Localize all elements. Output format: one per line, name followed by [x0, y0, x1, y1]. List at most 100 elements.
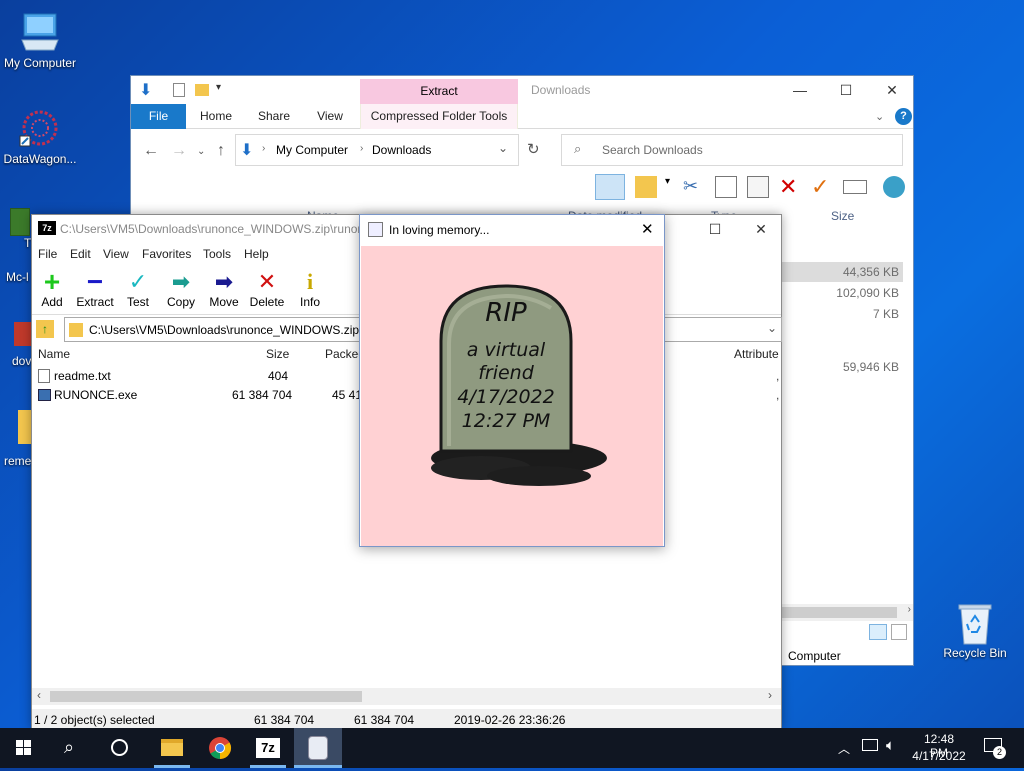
clippy-taskbar-button[interactable] — [294, 728, 342, 768]
column-header-size[interactable]: Size — [266, 347, 289, 361]
file-explorer-taskbar-button[interactable] — [148, 728, 196, 768]
grave-dirt-shape — [487, 466, 591, 486]
close-button[interactable]: ✕ — [641, 220, 654, 238]
menu-file[interactable]: File — [38, 247, 57, 261]
search-button[interactable]: ⌕ — [48, 728, 96, 768]
extract-button[interactable]: − Extract — [72, 268, 118, 310]
desktop-icon-recycle-bin[interactable]: Recycle Bin — [935, 600, 1015, 660]
nav-pane-computer[interactable]: Computer — [788, 649, 841, 663]
desktop-icon-reme-partial[interactable]: reme — [4, 410, 32, 468]
layout-dropdown-icon[interactable]: ▾ — [665, 176, 675, 198]
forward-arrow-icon[interactable]: → — [171, 142, 187, 160]
memorial-dialog[interactable]: In loving memory... ✕ RIP a virtual frie… — [359, 214, 665, 547]
show-hidden-icons-icon[interactable]: ︿ — [838, 740, 850, 757]
scrollbar-thumb[interactable] — [50, 691, 362, 702]
test-button[interactable]: ✓ Test — [115, 271, 161, 310]
close-button[interactable]: ✕ — [869, 76, 915, 104]
file-attr-tick: , — [776, 369, 780, 383]
preview-pane-icon[interactable] — [595, 174, 625, 200]
recent-dropdown-icon[interactable]: ⌄ — [197, 146, 205, 157]
explorer-titlebar[interactable]: ⬇ ▾ Extract Downloads — ☐ ✕ — [131, 76, 913, 104]
up-arrow-icon[interactable]: ↑ — [217, 142, 225, 160]
file-size: 404 — [268, 369, 289, 383]
download-arrow-icon[interactable]: ⬇ — [139, 80, 152, 100]
desktop-icon-datawagon[interactable]: DataWagon... — [0, 106, 80, 166]
ribbon-expand-icon[interactable]: ⌄ — [875, 110, 884, 123]
column-header-size[interactable]: Size — [831, 209, 854, 223]
column-header-attributes[interactable]: Attribute — [734, 347, 779, 361]
minimize-button[interactable]: — — [777, 76, 823, 104]
delete-button[interactable]: ✕ Delete — [244, 271, 290, 310]
info-label: Info — [299, 295, 320, 309]
copy-icon[interactable] — [715, 176, 737, 198]
tab-view[interactable]: View — [307, 104, 353, 129]
horizontal-scrollbar[interactable]: ‹ › — [32, 688, 781, 705]
breadcrumb-my-computer[interactable]: My Computer — [276, 143, 348, 157]
delete-icon[interactable]: ✕ — [779, 176, 801, 198]
volume-icon[interactable]: 🔈︎ — [886, 737, 895, 754]
address-dropdown-icon[interactable]: ⌄ — [498, 141, 508, 155]
refresh-icon[interactable]: ↻ — [527, 140, 540, 158]
tombstone-line: RIP — [485, 298, 527, 328]
scroll-right-icon[interactable]: › — [908, 604, 911, 615]
breadcrumb-downloads[interactable]: Downloads — [372, 143, 431, 157]
menu-favorites[interactable]: Favorites — [142, 247, 191, 261]
menu-help[interactable]: Help — [244, 247, 269, 261]
chrome-taskbar-button[interactable] — [196, 728, 244, 768]
7zip-taskbar-button[interactable]: 7z — [244, 728, 292, 768]
address-bar[interactable]: ⬇ › My Computer › Downloads ⌄ — [235, 134, 519, 166]
start-button[interactable] — [0, 728, 48, 768]
checkmark-icon[interactable]: ✓ — [811, 176, 833, 198]
breadcrumb-chevron-icon: › — [360, 143, 364, 154]
file-size: 61 384 704 — [232, 388, 293, 402]
menu-view[interactable]: View — [103, 247, 129, 261]
search-input[interactable]: ⌕ Search Downloads — [561, 134, 903, 166]
tab-compressed-folder-tools[interactable]: Compressed Folder Tools — [360, 104, 518, 129]
move-button[interactable]: ➡ Move — [201, 271, 247, 310]
menu-tools[interactable]: Tools — [203, 247, 231, 261]
scroll-left-icon[interactable]: ‹ — [37, 688, 41, 702]
navigation-bar: ← → ⌄ ↑ ⬇ › My Computer › Downloads ⌄ ↻ … — [131, 130, 913, 170]
memorial-content: RIP a virtual friend 4/17/2022 12:27 PM — [361, 246, 663, 546]
up-folder-icon[interactable]: ↑ — [36, 320, 54, 338]
menu-edit[interactable]: Edit — [70, 247, 91, 261]
file-name: RUNONCE.exe — [54, 388, 138, 402]
path-folder-icon — [69, 323, 83, 337]
details-view-icon[interactable] — [869, 624, 887, 640]
move-label: Move — [209, 295, 239, 309]
maximize-button[interactable]: ☐ — [823, 76, 869, 104]
tab-share[interactable]: Share — [251, 104, 297, 129]
horizontal-scrollbar[interactable]: › — [781, 604, 913, 621]
tab-file[interactable]: File — [131, 104, 186, 129]
back-arrow-icon[interactable]: ← — [143, 142, 159, 160]
info-button[interactable]: i Info — [287, 271, 333, 310]
copy-button[interactable]: ➡ Copy — [158, 271, 204, 310]
notifications-button[interactable]: 2 — [984, 738, 1006, 759]
scroll-right-icon[interactable]: › — [768, 688, 772, 702]
task-view-button[interactable] — [96, 728, 144, 768]
large-icons-view-icon[interactable] — [891, 624, 907, 640]
tab-home[interactable]: Home — [193, 104, 239, 129]
breadcrumb-chevron-icon: › — [262, 143, 266, 154]
datawagon-icon — [18, 106, 62, 150]
scrollbar-thumb[interactable] — [781, 607, 897, 618]
layout-icon[interactable] — [635, 176, 657, 198]
desktop-icon-dov-partial[interactable]: dov — [12, 322, 32, 368]
help-icon[interactable]: ? — [895, 108, 912, 125]
paste-icon[interactable] — [747, 176, 769, 198]
close-button[interactable]: ✕ — [738, 215, 784, 243]
new-folder-icon[interactable] — [195, 84, 209, 96]
add-button[interactable]: + Add — [29, 268, 75, 310]
properties-icon[interactable] — [173, 83, 185, 97]
clock-date[interactable]: 4/17/2022 — [910, 749, 968, 763]
memorial-titlebar[interactable]: In loving memory... ✕ — [360, 215, 664, 245]
column-header-name[interactable]: Name — [38, 347, 70, 361]
path-dropdown-icon[interactable]: ⌄ — [767, 321, 777, 335]
qa-dropdown-icon[interactable]: ▾ — [216, 82, 221, 93]
rename-icon[interactable] — [843, 180, 867, 194]
cut-icon[interactable]: ✂ — [683, 176, 705, 198]
network-icon[interactable] — [862, 739, 878, 751]
desktop-icon-my-computer[interactable]: My Computer — [0, 10, 80, 70]
maximize-button[interactable]: ☐ — [692, 215, 738, 243]
globe-icon[interactable] — [883, 176, 905, 198]
